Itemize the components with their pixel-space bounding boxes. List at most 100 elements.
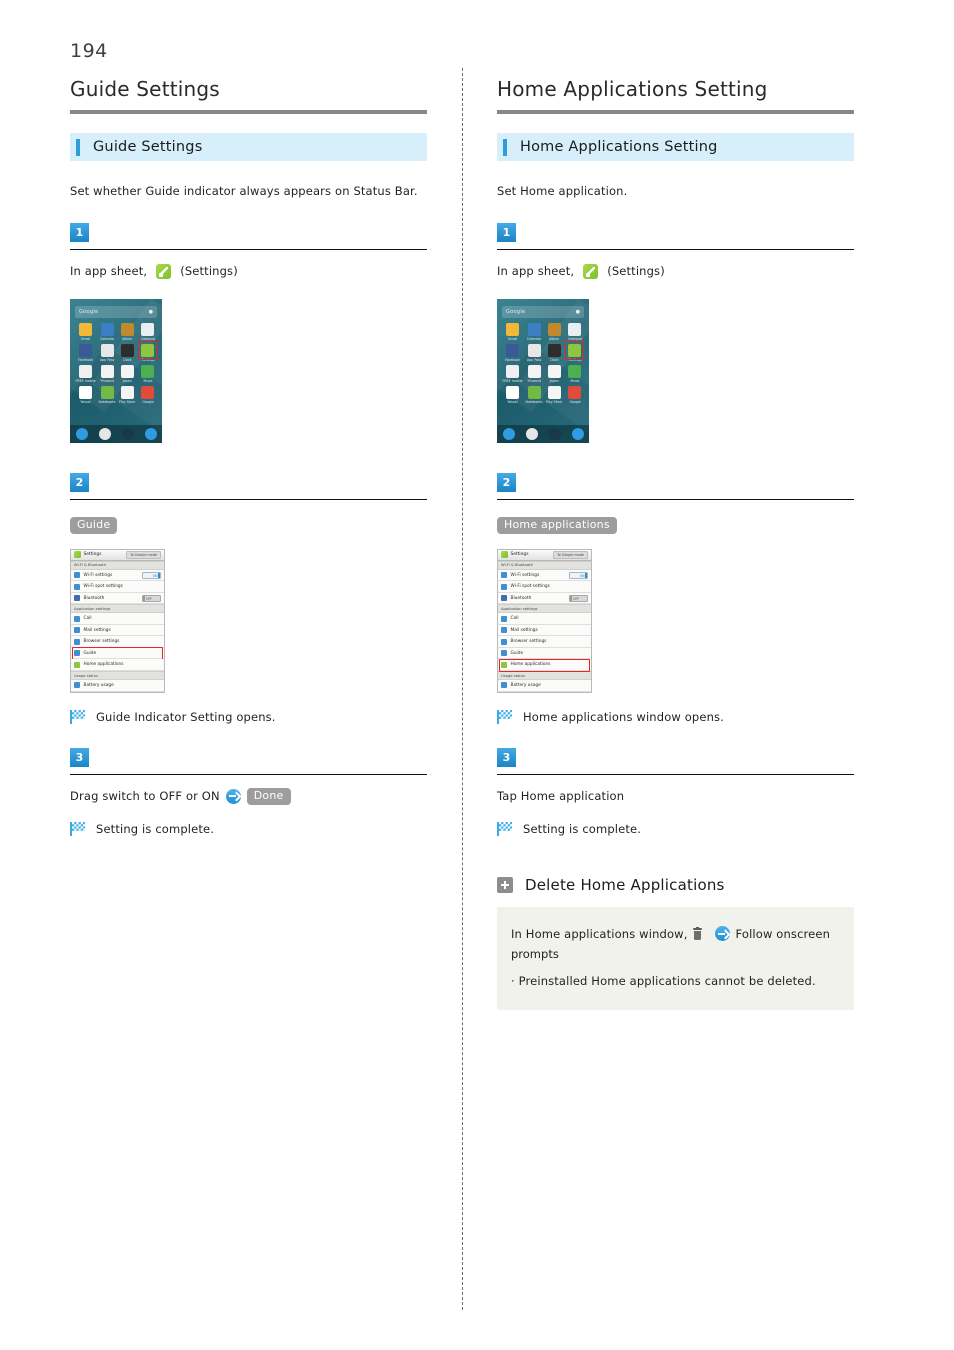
app-icon-facebook[interactable]: Facebook <box>502 343 523 362</box>
simple-mode-button[interactable]: To Simple mode <box>126 550 161 559</box>
app-icon-settings[interactable]: Settings <box>565 340 585 362</box>
app-icon-calendar[interactable]: Calendar <box>525 322 543 341</box>
app-icon-y-transit[interactable]: Y!transit <box>525 364 543 383</box>
step-1: 1 In app sheet, (Settings) Google ● Gmai… <box>70 223 427 443</box>
settings-row[interactable]: Guide <box>71 647 164 661</box>
phone-icon[interactable] <box>75 427 88 440</box>
browser-icon[interactable] <box>144 427 157 440</box>
app-icon-play-store[interactable]: Play Store <box>545 385 563 404</box>
settings-row-toggle[interactable]: OFF <box>569 595 588 602</box>
app-icon-notebooks[interactable]: Notebooks <box>98 385 116 404</box>
settings-row[interactable]: Wi-Fi settings ON <box>71 569 164 582</box>
message-icon[interactable] <box>98 427 111 440</box>
settings-row-toggle[interactable]: ON <box>569 572 588 579</box>
done-button-chip[interactable]: Done <box>246 787 291 805</box>
app-icon-music[interactable]: Music <box>139 364 157 383</box>
app-icon-album[interactable]: Album <box>545 322 563 341</box>
app-label: FREE mobile <box>75 378 96 383</box>
app-label: Music <box>143 378 153 383</box>
app-tile <box>100 385 114 399</box>
settings-group-header: Application settings <box>71 604 164 614</box>
app-label: Google <box>142 399 154 404</box>
app-icon-google[interactable]: Google <box>139 385 157 404</box>
app-tile <box>100 343 114 357</box>
app-icon-app-pass[interactable]: App Pass <box>98 343 116 362</box>
app-label: Facebook <box>505 357 521 362</box>
app-icon-settings[interactable]: Settings <box>138 340 158 362</box>
step-3-result: Setting is complete. <box>70 821 427 836</box>
settings-row[interactable]: Mail settings <box>71 624 164 637</box>
page-title: Home Applications Setting <box>497 77 768 101</box>
app-icon-google[interactable]: Google <box>566 385 584 404</box>
settings-row-toggle[interactable]: OFF <box>142 595 161 602</box>
step-2: 2 Guide Settings To Simple mode Wi-Fi & Bl… <box>70 472 427 724</box>
app-icon-clock[interactable]: Clock <box>118 343 136 362</box>
settings-row-icon <box>501 650 507 657</box>
app-icon-notebooks[interactable]: Notebooks <box>525 385 543 404</box>
settings-row[interactable]: Battery usage <box>498 680 591 692</box>
settings-row[interactable]: Bluetooth OFF <box>498 592 591 605</box>
browser-icon[interactable] <box>571 427 584 440</box>
app-icon-clock[interactable]: Clock <box>545 343 563 362</box>
section-accent-bar <box>503 138 507 156</box>
settings-row[interactable]: Call <box>498 613 591 625</box>
tap-target-chip[interactable]: Guide <box>70 516 118 534</box>
app-label: Play Store <box>546 399 563 404</box>
step-1-instruction: In app sheet, (Settings) <box>70 263 427 280</box>
app-icon-music[interactable]: Music <box>566 364 584 383</box>
settings-row[interactable]: Wi-Fi spot settings <box>71 581 164 593</box>
app-tile <box>527 385 541 399</box>
settings-row[interactable]: Browser settings <box>71 636 164 648</box>
app-icon-notepad[interactable]: Notepad <box>566 322 584 341</box>
app-tile <box>100 364 114 378</box>
message-icon[interactable] <box>525 427 538 440</box>
app-icon-gmail[interactable]: Gmail <box>502 322 523 341</box>
phone-icon[interactable] <box>502 427 515 440</box>
app-tile <box>79 343 93 357</box>
settings-row-toggle[interactable]: ON <box>142 572 161 579</box>
app-icon-notepad[interactable]: Notepad <box>139 322 157 341</box>
settings-row-label: Browser settings <box>510 639 547 645</box>
settings-row[interactable]: Bluetooth OFF <box>71 592 164 605</box>
step-3: 3 Drag switch to OFF or ON Done Setting … <box>70 747 427 836</box>
settings-row[interactable]: Browser settings <box>498 636 591 648</box>
settings-row[interactable]: Home applications <box>71 659 164 671</box>
tip-note: · Preinstalled Home applications cannot … <box>511 974 816 989</box>
apps-icon[interactable] <box>548 427 561 440</box>
apps-icon[interactable] <box>121 427 134 440</box>
settings-list-screenshot: Settings To Simple mode Wi-Fi & Bluetooth W… <box>70 548 165 693</box>
settings-row[interactable]: Mail settings <box>498 624 591 637</box>
app-icon-facebook[interactable]: Facebook <box>75 343 96 362</box>
app-icon-yahoo-[interactable]: Yahoo! <box>75 385 96 404</box>
app-icon-free-mobile[interactable]: FREE mobile <box>502 364 523 383</box>
tap-target-chip[interactable]: Home applications <box>497 516 617 534</box>
app-icon-free-mobile[interactable]: FREE mobile <box>75 364 96 383</box>
settings-row[interactable]: Guide <box>498 647 591 660</box>
settings-row-icon <box>74 627 80 634</box>
app-icon-play-store[interactable]: Play Store <box>118 385 136 404</box>
settings-icon <box>74 551 81 559</box>
settings-row[interactable]: Call <box>71 613 164 625</box>
microphone-icon: ● <box>148 308 153 315</box>
settings-row-label: Wi-Fi settings <box>510 572 540 578</box>
settings-row[interactable]: Battery usage <box>71 680 164 692</box>
app-icon-album[interactable]: Album <box>118 322 136 341</box>
app-icon-yahoo-[interactable]: Yahoo! <box>502 385 523 404</box>
app-icon-y-transit[interactable]: Y!transit <box>98 364 116 383</box>
app-icon-app-pass[interactable]: App Pass <box>525 343 543 362</box>
simple-mode-button[interactable]: To Simple mode <box>553 550 588 559</box>
settings-row[interactable]: Home applications <box>498 658 591 672</box>
app-icon-gmail[interactable]: Gmail <box>75 322 96 341</box>
plus-icon[interactable] <box>497 876 513 893</box>
settings-row-icon <box>74 572 80 579</box>
app-tile <box>121 385 135 399</box>
app-icon-calendar[interactable]: Calendar <box>98 322 116 341</box>
step-1-instruction: In app sheet, (Settings) <box>497 263 854 280</box>
settings-row[interactable]: Wi-Fi settings ON <box>498 569 591 582</box>
settings-group-header: Application settings <box>498 604 591 614</box>
app-tile <box>506 322 520 336</box>
app-icon-japan[interactable]: Japan <box>545 364 563 383</box>
settings-row[interactable]: Wi-Fi spot settings <box>498 581 591 593</box>
left-column: Guide Settings Guide Settings Set whethe… <box>70 78 427 836</box>
app-icon-japan[interactable]: Japan <box>118 364 136 383</box>
